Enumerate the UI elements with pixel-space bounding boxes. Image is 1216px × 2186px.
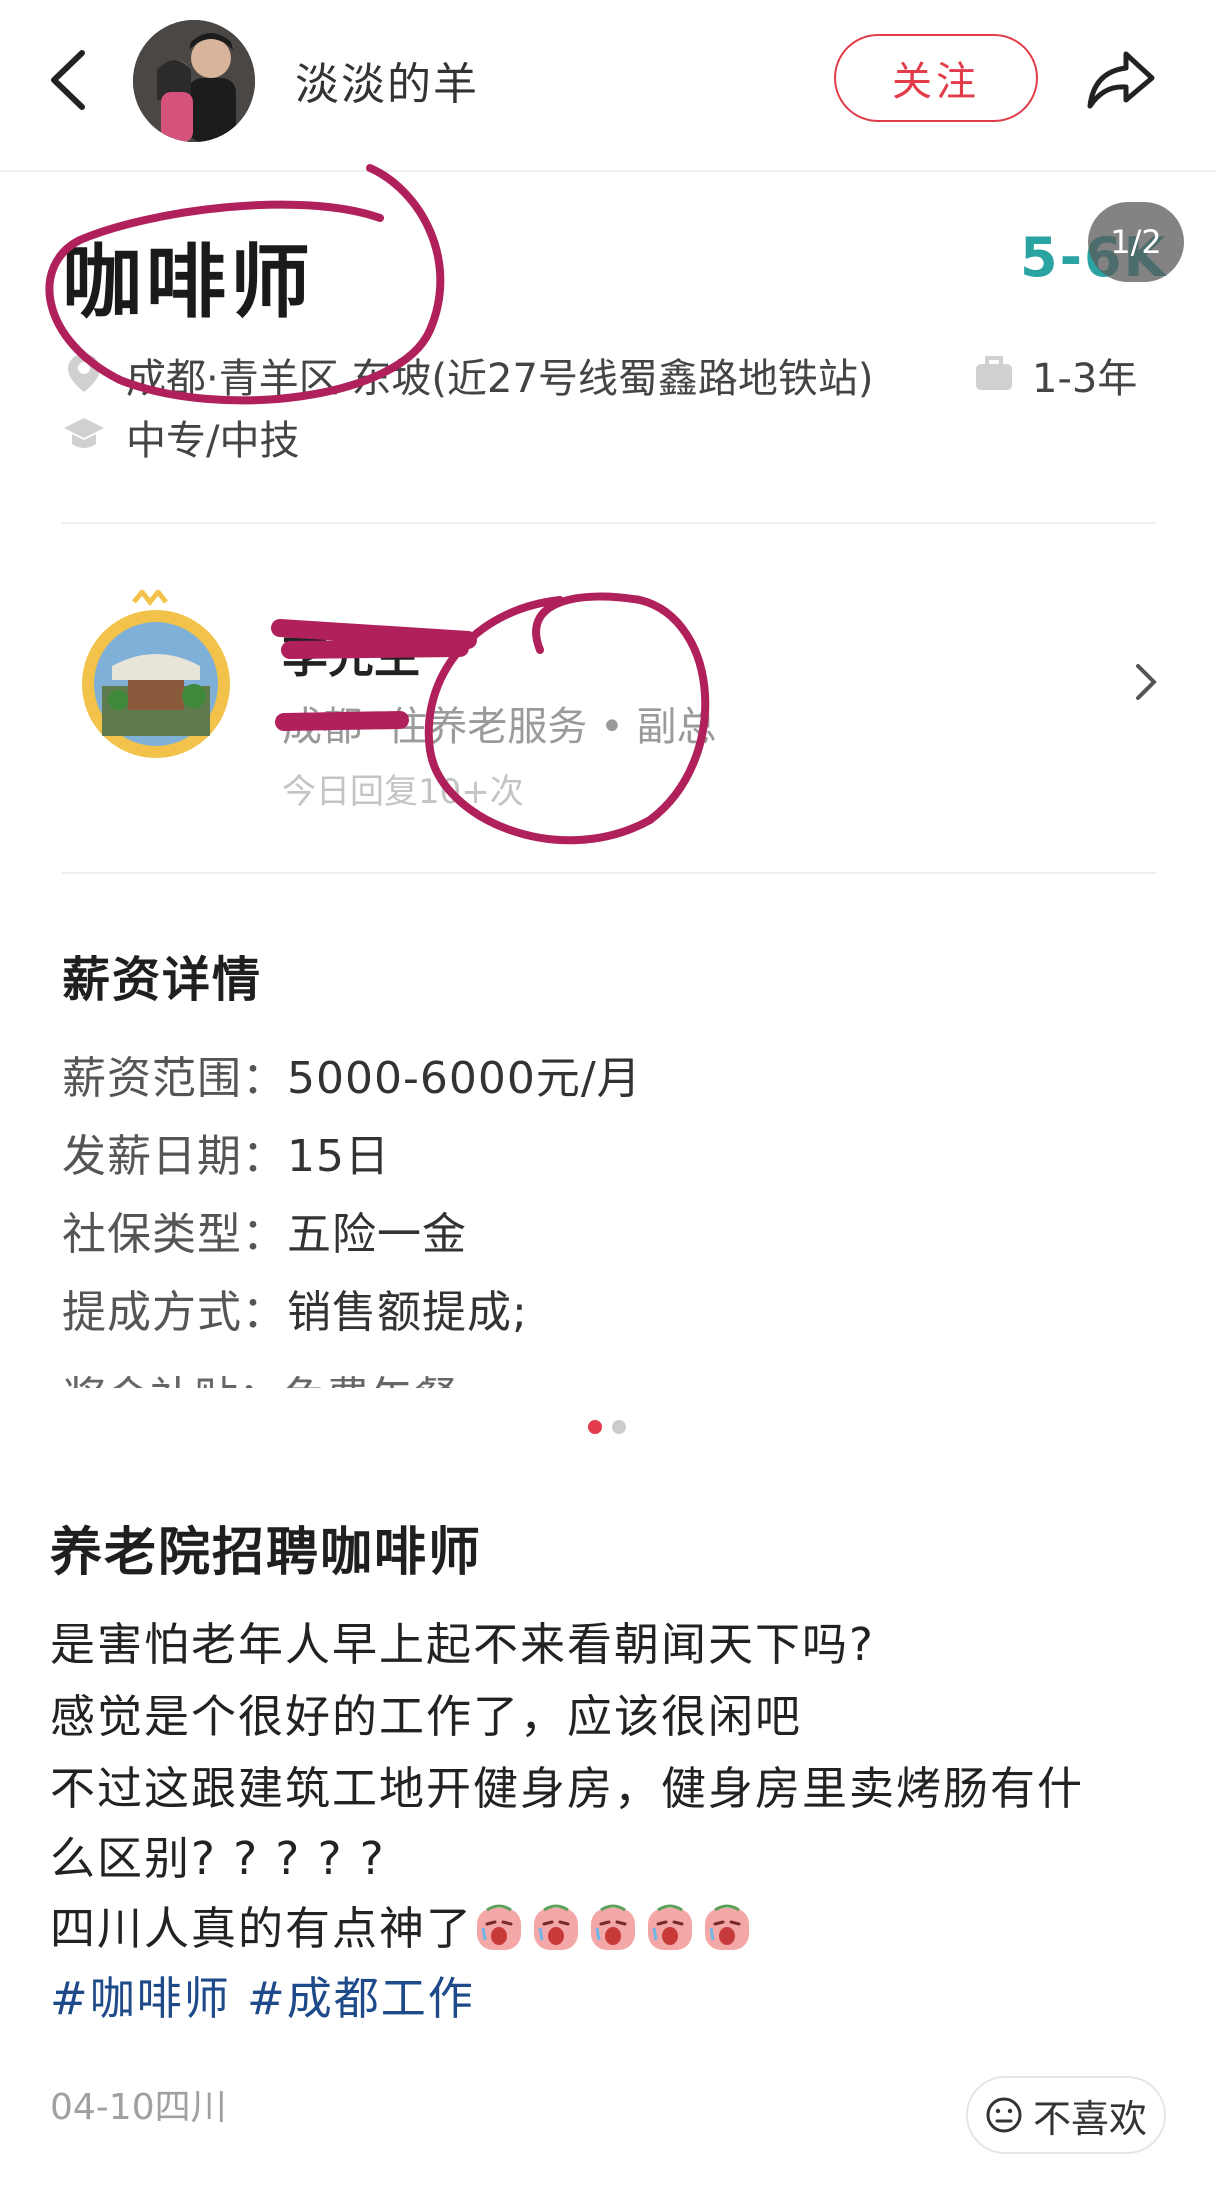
- crying-emoji-icon: [591, 1904, 636, 1950]
- detail-row-commission: 提成方式：销售额提成;: [62, 1287, 528, 1338]
- carousel-dot: [612, 1420, 626, 1434]
- post-text-line: 不过这跟建筑工地开健身房，健身房里卖烤肠有什: [50, 1762, 1085, 1815]
- hashtag-row: #咖啡师 #成都工作: [50, 1962, 475, 2027]
- post-date-location: 04-10四川: [50, 2087, 227, 2128]
- hashtag[interactable]: #咖啡师: [50, 1972, 231, 2025]
- dislike-button[interactable]: 不喜欢: [966, 2076, 1166, 2154]
- post-text-line: 么区别? ? ? ? ?: [50, 1832, 386, 1885]
- crying-emoji-icon: [705, 1904, 750, 1950]
- crying-emoji-icon: [477, 1904, 522, 1950]
- post-text-line: 感觉是个很好的工作了，应该很闲吧: [50, 1690, 803, 1743]
- detail-row-salary-range: 薪资范围：5000-6000元/月: [62, 1053, 642, 1104]
- handwritten-annotation: [45, 164, 710, 845]
- crying-emoji-icon: [534, 1904, 579, 1950]
- post-title: 养老院招聘咖啡师: [50, 1523, 483, 1583]
- crying-emoji-row: [473, 1902, 758, 1955]
- hashtag[interactable]: #成都工作: [247, 1972, 475, 2025]
- dislike-label: 不喜欢: [1032, 2096, 1147, 2141]
- neutral-face-icon: [986, 2097, 1022, 2133]
- detail-row-pay-day: 发薪日期：15日: [62, 1131, 390, 1182]
- detail-row-insurance: 社保类型：五险一金: [62, 1209, 467, 1260]
- detail-row-bonus-cutoff: 奖金补贴：免费午餐: [62, 1362, 458, 1388]
- crying-emoji-icon: [648, 1904, 693, 1950]
- post-text-line: 是害怕老年人早上起不来看朝闻天下吗?: [50, 1618, 875, 1671]
- carousel-dot-active: [588, 1420, 602, 1434]
- post-text-line-with-emoji: 四川人真的有点神了: [50, 1892, 758, 1957]
